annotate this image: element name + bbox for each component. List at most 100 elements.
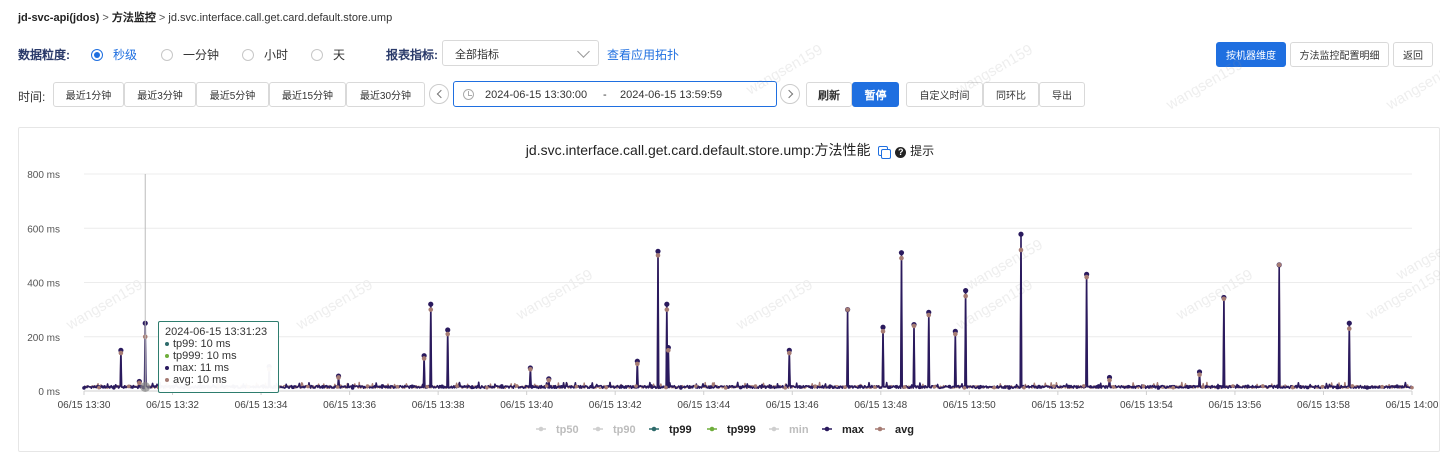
- tooltip-time: 2024-06-15 13:31:23: [165, 326, 268, 338]
- data-point-baseline: [291, 385, 295, 390]
- legend-bullet-icon: [165, 354, 169, 358]
- data-point-max[interactable]: [963, 288, 969, 294]
- data-point-max[interactable]: [898, 250, 905, 256]
- data-point-avg[interactable]: [421, 356, 427, 361]
- legend-label-max[interactable]: max: [842, 424, 865, 436]
- data-point-avg[interactable]: [1221, 296, 1227, 302]
- data-point-avg[interactable]: [666, 348, 671, 353]
- data-point-baseline: [440, 384, 444, 389]
- data-point-avg[interactable]: [546, 377, 552, 383]
- x-tick-label: 06/15 13:30: [58, 400, 111, 411]
- data-point-avg[interactable]: [635, 361, 640, 367]
- data-point-baseline: [917, 385, 922, 390]
- x-tick-label: 06/15 13:36: [323, 400, 376, 411]
- legend-marker-tp999[interactable]: [709, 426, 715, 432]
- data-point-baseline: [1275, 384, 1280, 388]
- data-point-avg[interactable]: [926, 312, 932, 318]
- data-point-baseline: [455, 384, 459, 389]
- data-point-avg[interactable]: [655, 253, 661, 258]
- x-tick-label: 06/15 13:34: [235, 400, 288, 411]
- legend-marker-min[interactable]: [771, 426, 777, 432]
- legend-marker-avg[interactable]: [877, 426, 883, 432]
- tooltip-value: avg: 10 ms: [173, 374, 227, 386]
- data-point-avg[interactable]: [1346, 326, 1352, 331]
- data-point-baseline: [679, 386, 683, 390]
- data-point-max[interactable]: [1018, 231, 1024, 237]
- data-point-avg[interactable]: [336, 375, 341, 380]
- data-point-baseline: [723, 386, 728, 390]
- data-point-avg[interactable]: [664, 307, 670, 312]
- x-tick-label: 06/15 13:50: [943, 400, 996, 411]
- data-point-baseline: [708, 385, 713, 389]
- data-point-avg[interactable]: [787, 350, 792, 356]
- data-point-baseline: [485, 385, 489, 390]
- data-point-max[interactable]: [1346, 320, 1352, 326]
- x-tick-label: 06/15 13:32: [146, 400, 199, 411]
- tooltip-value: tp999: 10 ms: [173, 350, 237, 362]
- data-point-baseline: [1007, 386, 1011, 390]
- legend-label-tp99[interactable]: tp99: [669, 424, 692, 436]
- x-tick-label: 06/15 13:46: [766, 400, 819, 411]
- data-point-baseline: [1141, 384, 1146, 388]
- data-point-baseline: [1067, 384, 1071, 389]
- data-point-avg[interactable]: [1107, 377, 1112, 383]
- data-point-baseline: [813, 384, 817, 388]
- legend-bullet-icon: [165, 378, 169, 382]
- data-point-avg[interactable]: [445, 331, 451, 337]
- data-point-baseline: [306, 384, 310, 389]
- legend-label-avg[interactable]: avg: [895, 424, 914, 436]
- data-point-baseline: [514, 384, 519, 388]
- watermark-text: wangsen159: [513, 266, 596, 324]
- data-point-avg[interactable]: [1197, 372, 1202, 378]
- data-point-avg[interactable]: [118, 350, 124, 356]
- x-tick-label: 06/15 13:42: [589, 400, 642, 411]
- data-point-baseline: [365, 384, 370, 388]
- watermark-text: wangsen159: [733, 276, 816, 334]
- data-point-baseline: [559, 384, 564, 389]
- data-point-avg[interactable]: [428, 307, 434, 312]
- y-tick-label: 200 ms: [27, 333, 60, 344]
- y-tick-label: 0 ms: [38, 387, 60, 398]
- legend-label-tp90[interactable]: tp90: [613, 424, 636, 436]
- crosshair-marker: [140, 382, 151, 392]
- data-point-max[interactable]: [664, 301, 670, 307]
- data-point-baseline: [1186, 385, 1190, 389]
- y-tick-label: 400 ms: [27, 279, 60, 290]
- data-point-baseline: [589, 384, 594, 389]
- data-point-baseline: [82, 386, 86, 390]
- legend-label-min[interactable]: min: [789, 424, 809, 436]
- x-tick-label: 06/15 13:58: [1297, 400, 1350, 411]
- data-point-avg[interactable]: [845, 307, 850, 312]
- data-point-baseline: [1260, 384, 1265, 388]
- data-point-baseline: [1335, 385, 1340, 390]
- data-point-avg[interactable]: [1084, 274, 1089, 280]
- data-point-baseline: [1037, 384, 1041, 389]
- data-point-baseline: [1171, 385, 1176, 390]
- data-point-avg[interactable]: [880, 329, 886, 334]
- legend-marker-tp90[interactable]: [595, 426, 601, 432]
- legend-marker-tp99[interactable]: [651, 426, 657, 432]
- data-point-baseline: [1410, 385, 1414, 390]
- data-point-baseline: [97, 385, 101, 390]
- data-point-avg[interactable]: [528, 367, 533, 372]
- tooltip-row-tp999: tp999: 10 ms: [165, 350, 272, 362]
- x-tick-label: 06/15 13:56: [1209, 400, 1262, 411]
- data-point-avg[interactable]: [911, 323, 917, 329]
- data-point-baseline: [1380, 385, 1384, 389]
- data-point-max[interactable]: [428, 301, 434, 307]
- data-point-baseline: [649, 384, 653, 388]
- data-point-avg[interactable]: [1276, 262, 1282, 268]
- legend-marker-max[interactable]: [824, 426, 830, 432]
- x-tick-label: 06/15 13:48: [854, 400, 907, 411]
- data-point-avg[interactable]: [953, 331, 958, 337]
- x-tick-label: 06/15 13:38: [412, 400, 465, 411]
- data-point-avg[interactable]: [963, 293, 968, 299]
- legend-label-tp999[interactable]: tp999: [727, 424, 756, 436]
- data-point-baseline: [1350, 384, 1355, 388]
- data-point-avg[interactable]: [899, 255, 904, 261]
- legend-label-tp50[interactable]: tp50: [556, 424, 579, 436]
- data-point-baseline: [604, 385, 609, 390]
- data-point-avg[interactable]: [1018, 247, 1024, 253]
- legend-marker-tp50[interactable]: [538, 426, 544, 432]
- data-point-baseline: [768, 384, 773, 389]
